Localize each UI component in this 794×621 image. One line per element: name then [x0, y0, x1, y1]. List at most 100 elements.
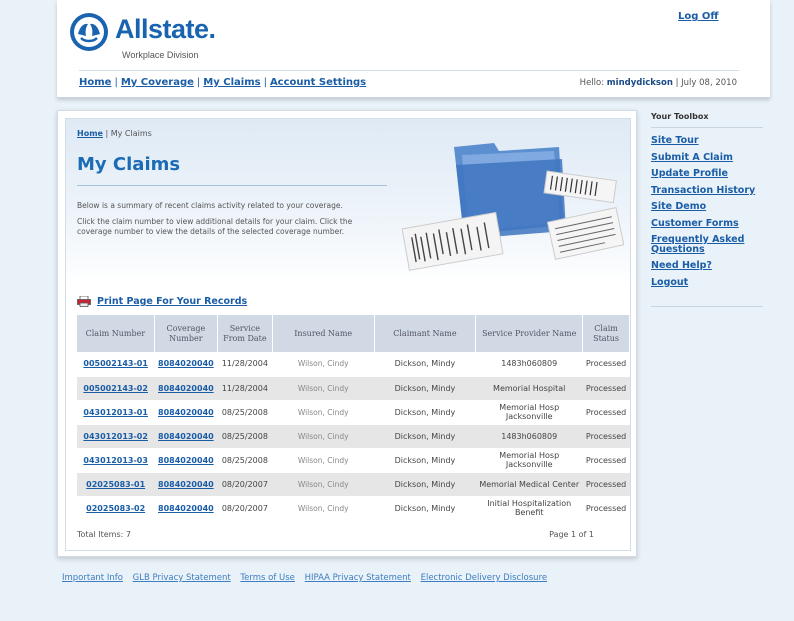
header-divider — [79, 70, 739, 71]
toolbox-logout[interactable]: Logout — [651, 277, 688, 288]
footer-links: Important Info GLB Privacy Statement Ter… — [62, 573, 554, 583]
cell-claim-number: 005002143-01 — [77, 352, 155, 377]
allstate-logo[interactable]: Allstate. Workplace Division — [69, 10, 239, 66]
coverage-number-link[interactable]: 8084020040 — [158, 432, 214, 441]
greeting-prefix: Hello: — [579, 78, 605, 88]
cell-service-provider: Memorial Medical Center — [475, 472, 583, 497]
printer-icon — [77, 296, 91, 307]
cell-insured-name: Wilson, Cindy — [272, 496, 375, 521]
footer-glb-privacy[interactable]: GLB Privacy Statement — [133, 573, 231, 583]
toolbox-transaction-history[interactable]: Transaction History — [651, 185, 755, 196]
greeting: Hello: mindydickson | July 08, 2010 — [580, 78, 737, 88]
toolbox-faq[interactable]: Frequently Asked Questions — [651, 234, 744, 255]
claim-number-link[interactable]: 043012013-03 — [83, 456, 148, 465]
toolbox-update-profile[interactable]: Update Profile — [651, 168, 728, 179]
coverage-number-link[interactable]: 8084020040 — [158, 359, 214, 368]
col-insured-name[interactable]: Insured Name — [272, 315, 375, 352]
claim-number-link[interactable]: 02025083-01 — [86, 480, 145, 489]
cell-coverage-number: 8084020040 — [154, 352, 218, 377]
intro-summary: Below is a summary of recent claims acti… — [77, 201, 343, 210]
coverage-number-link[interactable]: 8084020040 — [158, 504, 214, 513]
cell-insured-name: Wilson, Cindy — [272, 400, 375, 425]
cell-claim-status: Processed — [582, 448, 630, 473]
col-claim-status[interactable]: Claim Status — [582, 315, 630, 352]
toolbox-title: Your Toolbox — [651, 112, 763, 128]
cell-service-provider: Memorial Hosp Jacksonville — [475, 400, 583, 425]
claim-number-link[interactable]: 005002143-02 — [83, 384, 148, 393]
cell-claim-number: 02025083-02 — [77, 496, 155, 521]
col-claim-number[interactable]: Claim Number — [77, 315, 155, 352]
col-service-provider[interactable]: Service Provider Name — [475, 315, 584, 352]
nav-my-claims[interactable]: My Claims — [203, 77, 260, 88]
claim-number-link[interactable]: 02025083-02 — [86, 504, 145, 513]
cell-claim-status: Processed — [582, 472, 630, 497]
cell-claim-number: 043012013-01 — [77, 400, 155, 425]
footer-hipaa-privacy[interactable]: HIPAA Privacy Statement — [305, 573, 411, 583]
cell-claim-status: Processed — [582, 496, 630, 521]
claim-number-link[interactable]: 005002143-01 — [83, 359, 148, 368]
cell-coverage-number: 8084020040 — [154, 400, 218, 425]
cell-claim-number: 043012013-03 — [77, 448, 155, 473]
cell-claimant-name: Dickson, Mindy — [374, 352, 476, 377]
coverage-number-link[interactable]: 8084020040 — [158, 408, 214, 417]
nav-home[interactable]: Home — [79, 77, 111, 88]
table-row: 005002143-01 8084020040 11/28/2004 Wilson, … — [77, 352, 630, 377]
cell-coverage-number: 8084020040 — [154, 472, 218, 497]
cell-claim-number: 005002143-02 — [77, 376, 155, 401]
cell-insured-name: Wilson, Cindy — [272, 448, 375, 473]
table-row: 02025083-01 8084020040 08/20/2007 Wilson, C… — [77, 472, 630, 497]
table-row: 043012013-03 8084020040 08/25/2008 Wilson, … — [77, 448, 630, 473]
cell-service-date: 08/25/2008 — [217, 448, 273, 473]
col-claimant-name[interactable]: Claimant Name — [374, 315, 477, 352]
cell-claim-number: 043012013-02 — [77, 424, 155, 449]
cell-service-provider: Initial Hospitalization Benefit — [475, 496, 583, 521]
table-header-row: Claim Number Coverage Number Service Fro… — [77, 315, 630, 352]
coverage-number-link[interactable]: 8084020040 — [158, 480, 214, 489]
main-content: Home | My Claims My Claims Below is a su… — [65, 118, 631, 551]
total-items: Total Items: 7 — [77, 530, 131, 539]
footer-important-info[interactable]: Important Info — [62, 573, 123, 583]
table-row: 005002143-02 8084020040 11/28/2004 Wilson, … — [77, 376, 630, 401]
coverage-number-link[interactable]: 8084020040 — [158, 384, 214, 393]
nav-account-settings[interactable]: Account Settings — [270, 77, 366, 88]
print-link[interactable]: Print Page For Your Records — [97, 296, 247, 307]
col-service-from-date[interactable]: Service From Date — [217, 315, 273, 352]
toolbox-need-help[interactable]: Need Help? — [651, 260, 712, 271]
allstate-hands-icon — [70, 13, 108, 51]
top-navigation: Home | My Coverage | My Claims | Account Setti… — [79, 77, 366, 88]
breadcrumb-home[interactable]: Home — [77, 129, 103, 138]
coverage-number-link[interactable]: 8084020040 — [158, 456, 214, 465]
cell-coverage-number: 8084020040 — [154, 424, 218, 449]
cell-service-date: 08/20/2007 — [217, 496, 273, 521]
logoff-link[interactable]: Log Off — [678, 11, 718, 22]
toolbox-site-demo[interactable]: Site Demo — [651, 201, 706, 212]
col-coverage-number[interactable]: Coverage Number — [154, 315, 218, 352]
cell-service-date: 11/28/2004 — [217, 352, 273, 377]
main-panel: Home | My Claims My Claims Below is a su… — [57, 110, 637, 557]
toolbox-list: Site Tour Submit A Claim Update Profile … — [651, 128, 763, 307]
current-date: | July 08, 2010 — [675, 78, 737, 88]
site-header: Allstate. Workplace Division Log Off Hom… — [57, 0, 770, 98]
print-records[interactable]: Print Page For Your Records — [77, 296, 247, 307]
cell-claimant-name: Dickson, Mindy — [374, 424, 476, 449]
breadcrumb: Home | My Claims — [77, 129, 152, 138]
pagination: Page 1 of 1 — [549, 530, 594, 539]
cell-claimant-name: Dickson, Mindy — [374, 472, 476, 497]
footer-electronic-delivery[interactable]: Electronic Delivery Disclosure — [421, 573, 548, 583]
toolbox-submit-claim[interactable]: Submit A Claim — [651, 152, 733, 163]
nav-my-coverage[interactable]: My Coverage — [121, 77, 194, 88]
toolbox-customer-forms[interactable]: Customer Forms — [651, 218, 739, 229]
cell-claim-status: Processed — [582, 376, 630, 401]
toolbox-site-tour[interactable]: Site Tour — [651, 135, 699, 146]
claim-number-link[interactable]: 043012013-02 — [83, 432, 148, 441]
footer-terms-of-use[interactable]: Terms of Use — [240, 573, 295, 583]
claims-table: Claim Number Coverage Number Service Fro… — [77, 315, 630, 521]
cell-service-date: 08/25/2008 — [217, 424, 273, 449]
table-row: 02025083-02 8084020040 08/20/2007 Wilson, C… — [77, 496, 630, 521]
cell-service-provider: Memorial Hosp Jacksonville — [475, 448, 583, 473]
logo-subtitle: Workplace Division — [122, 50, 199, 60]
cell-coverage-number: 8084020040 — [154, 376, 218, 401]
claim-number-link[interactable]: 043012013-01 — [83, 408, 148, 417]
cell-service-provider: 1483h060809 — [475, 352, 583, 377]
cell-insured-name: Wilson, Cindy — [272, 376, 375, 401]
